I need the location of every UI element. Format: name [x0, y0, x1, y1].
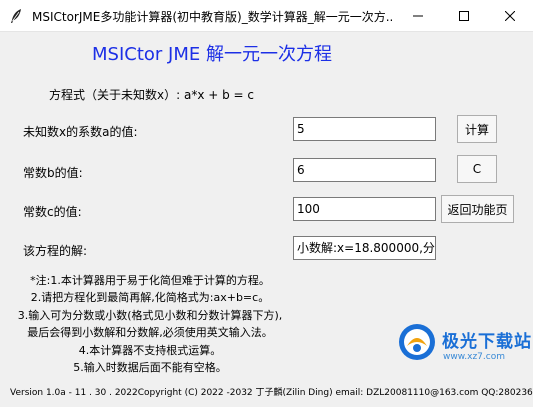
watermark-url: www.xz7.com: [443, 352, 505, 362]
clear-button[interactable]: C: [457, 155, 497, 183]
note-line: 最后会得到小数解和分数解,必须使用英文输入法。: [27, 326, 273, 340]
equation-formula: 方程式（关于未知数x）: a*x + b = c: [49, 88, 254, 102]
page-heading: MSICtor JME 解一元一次方程: [92, 44, 332, 65]
note-line: 4.本计算器不支持根式运算。: [78, 343, 222, 357]
aurora-logo-icon: [399, 324, 435, 360]
coefficient-a-label: 未知数x的系数a的值:: [23, 125, 138, 139]
close-button[interactable]: [487, 0, 533, 31]
note-line: 2.请把方程化到最简再解,化简格式为:ax+b=c。: [30, 291, 270, 305]
note-line: *注:1.本计算器用于易于化简但难于计算的方程。: [30, 274, 270, 287]
coefficient-a-input[interactable]: 5: [293, 117, 436, 141]
solution-output[interactable]: 小数解:x=18.800000,分数: [293, 236, 436, 260]
back-to-menu-button[interactable]: 返回功能页: [441, 195, 514, 223]
constant-b-input[interactable]: 6: [293, 158, 436, 182]
constant-c-label: 常数c的值:: [23, 205, 82, 219]
minimize-icon: [413, 15, 423, 16]
title-bar[interactable]: MSICtorJME多功能计算器(初中教育版)_数学计算器_解一元一次方...: [0, 0, 533, 32]
watermark: 极光下载站 www.xz7.com: [397, 319, 531, 374]
feather-icon: [11, 9, 21, 23]
usage-notes: *注:1.本计算器用于易于化简但难于计算的方程。 2.请把方程化到最简再解,化简…: [0, 272, 300, 376]
constant-b-label: 常数b的值:: [23, 166, 83, 180]
minimize-button[interactable]: [395, 0, 441, 31]
maximize-icon: [459, 10, 469, 21]
maximize-button[interactable]: [441, 0, 487, 31]
calculate-button[interactable]: 计算: [457, 115, 497, 143]
copyright-footer: Version 1.0a - 11 . 30 . 2022Copyright (…: [10, 388, 533, 398]
solution-label: 该方程的解:: [23, 244, 88, 258]
close-icon: [505, 10, 515, 21]
watermark-text: 极光下载站: [442, 332, 532, 352]
window-title: MSICtorJME多功能计算器(初中教育版)_数学计算器_解一元一次方...: [32, 10, 392, 24]
note-line: 3.输入可为分数或小数(格式见小数和分数计算器下方),: [17, 308, 283, 322]
constant-c-input[interactable]: 100: [293, 197, 436, 221]
note-line: 5.输入时数据后面不能有空格。: [73, 361, 227, 375]
